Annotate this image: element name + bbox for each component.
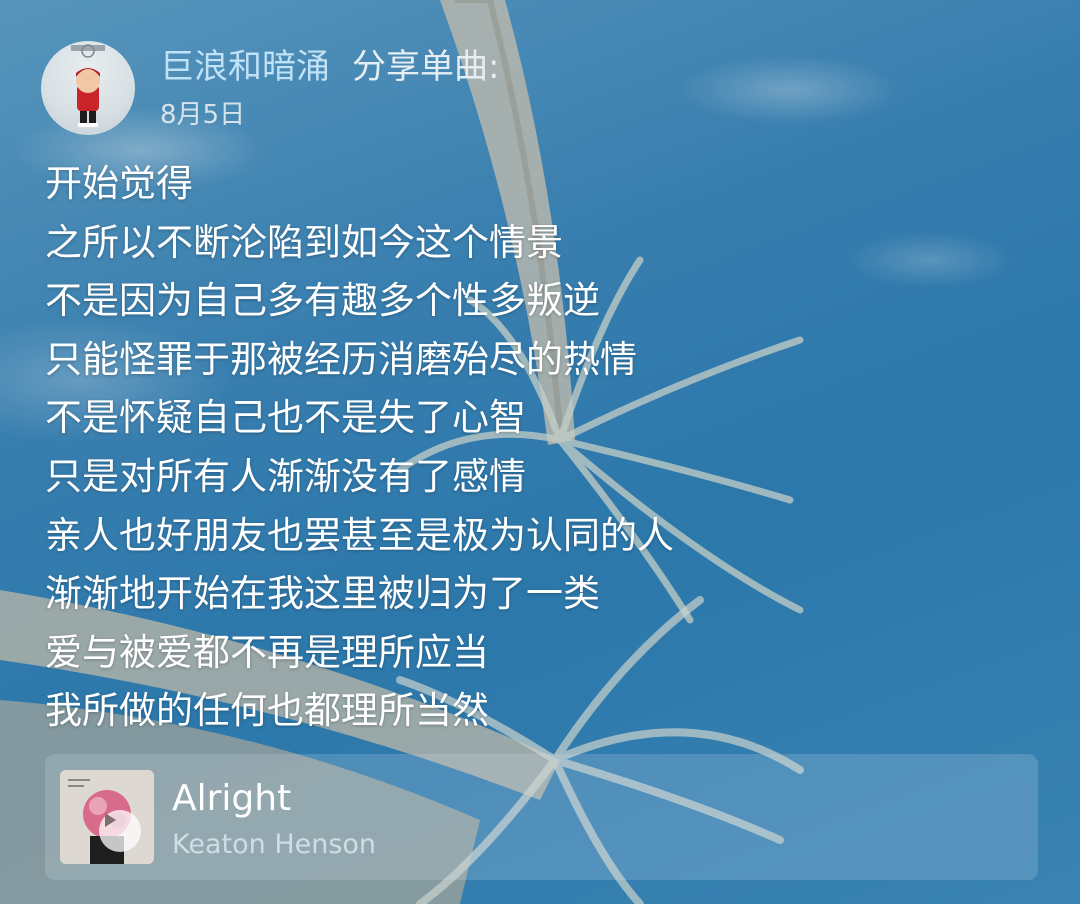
play-button[interactable]	[99, 810, 141, 852]
avatar[interactable]	[41, 41, 135, 135]
shared-song-card[interactable]: Alright Keaton Henson	[45, 754, 1038, 880]
lyric-line: 爱与被爱都不再是理所应当	[45, 630, 489, 674]
lyric-line: 只是对所有人渐渐没有了感情	[45, 454, 526, 498]
post-username[interactable]: 巨浪和暗涌	[160, 44, 330, 90]
lyric-line: 开始觉得	[45, 162, 193, 205]
lyric-line: 亲人也好朋友也罢甚至是极为认同的人	[45, 513, 674, 557]
play-icon	[105, 813, 116, 827]
lyrics-text: 开始觉得 之所以不断沦陷到如今这个情景 不是因为自己多有趣多个性多叛逆 只能怪罪…	[45, 155, 674, 741]
song-title[interactable]: Alright	[172, 776, 291, 822]
avatar-character-icon	[71, 44, 105, 127]
album-cover[interactable]	[60, 770, 154, 864]
share-song-label: 分享单曲:	[352, 47, 500, 87]
post-date: 8月5日	[160, 100, 246, 130]
lyric-line: 只能怪罪于那被经历消磨殆尽的热情	[45, 337, 637, 381]
lyric-line: 渐渐地开始在我这里被归为了一类	[45, 572, 600, 616]
lyric-line: 不是因为自己多有趣多个性多叛逆	[45, 279, 600, 323]
lyric-line: 不是怀疑自己也不是失了心智	[45, 396, 526, 440]
lyric-line: 我所做的任何也都理所当然	[45, 689, 489, 733]
lyric-line: 之所以不断沦陷到如今这个情景	[45, 220, 563, 264]
song-artist: Keaton Henson	[172, 829, 377, 860]
